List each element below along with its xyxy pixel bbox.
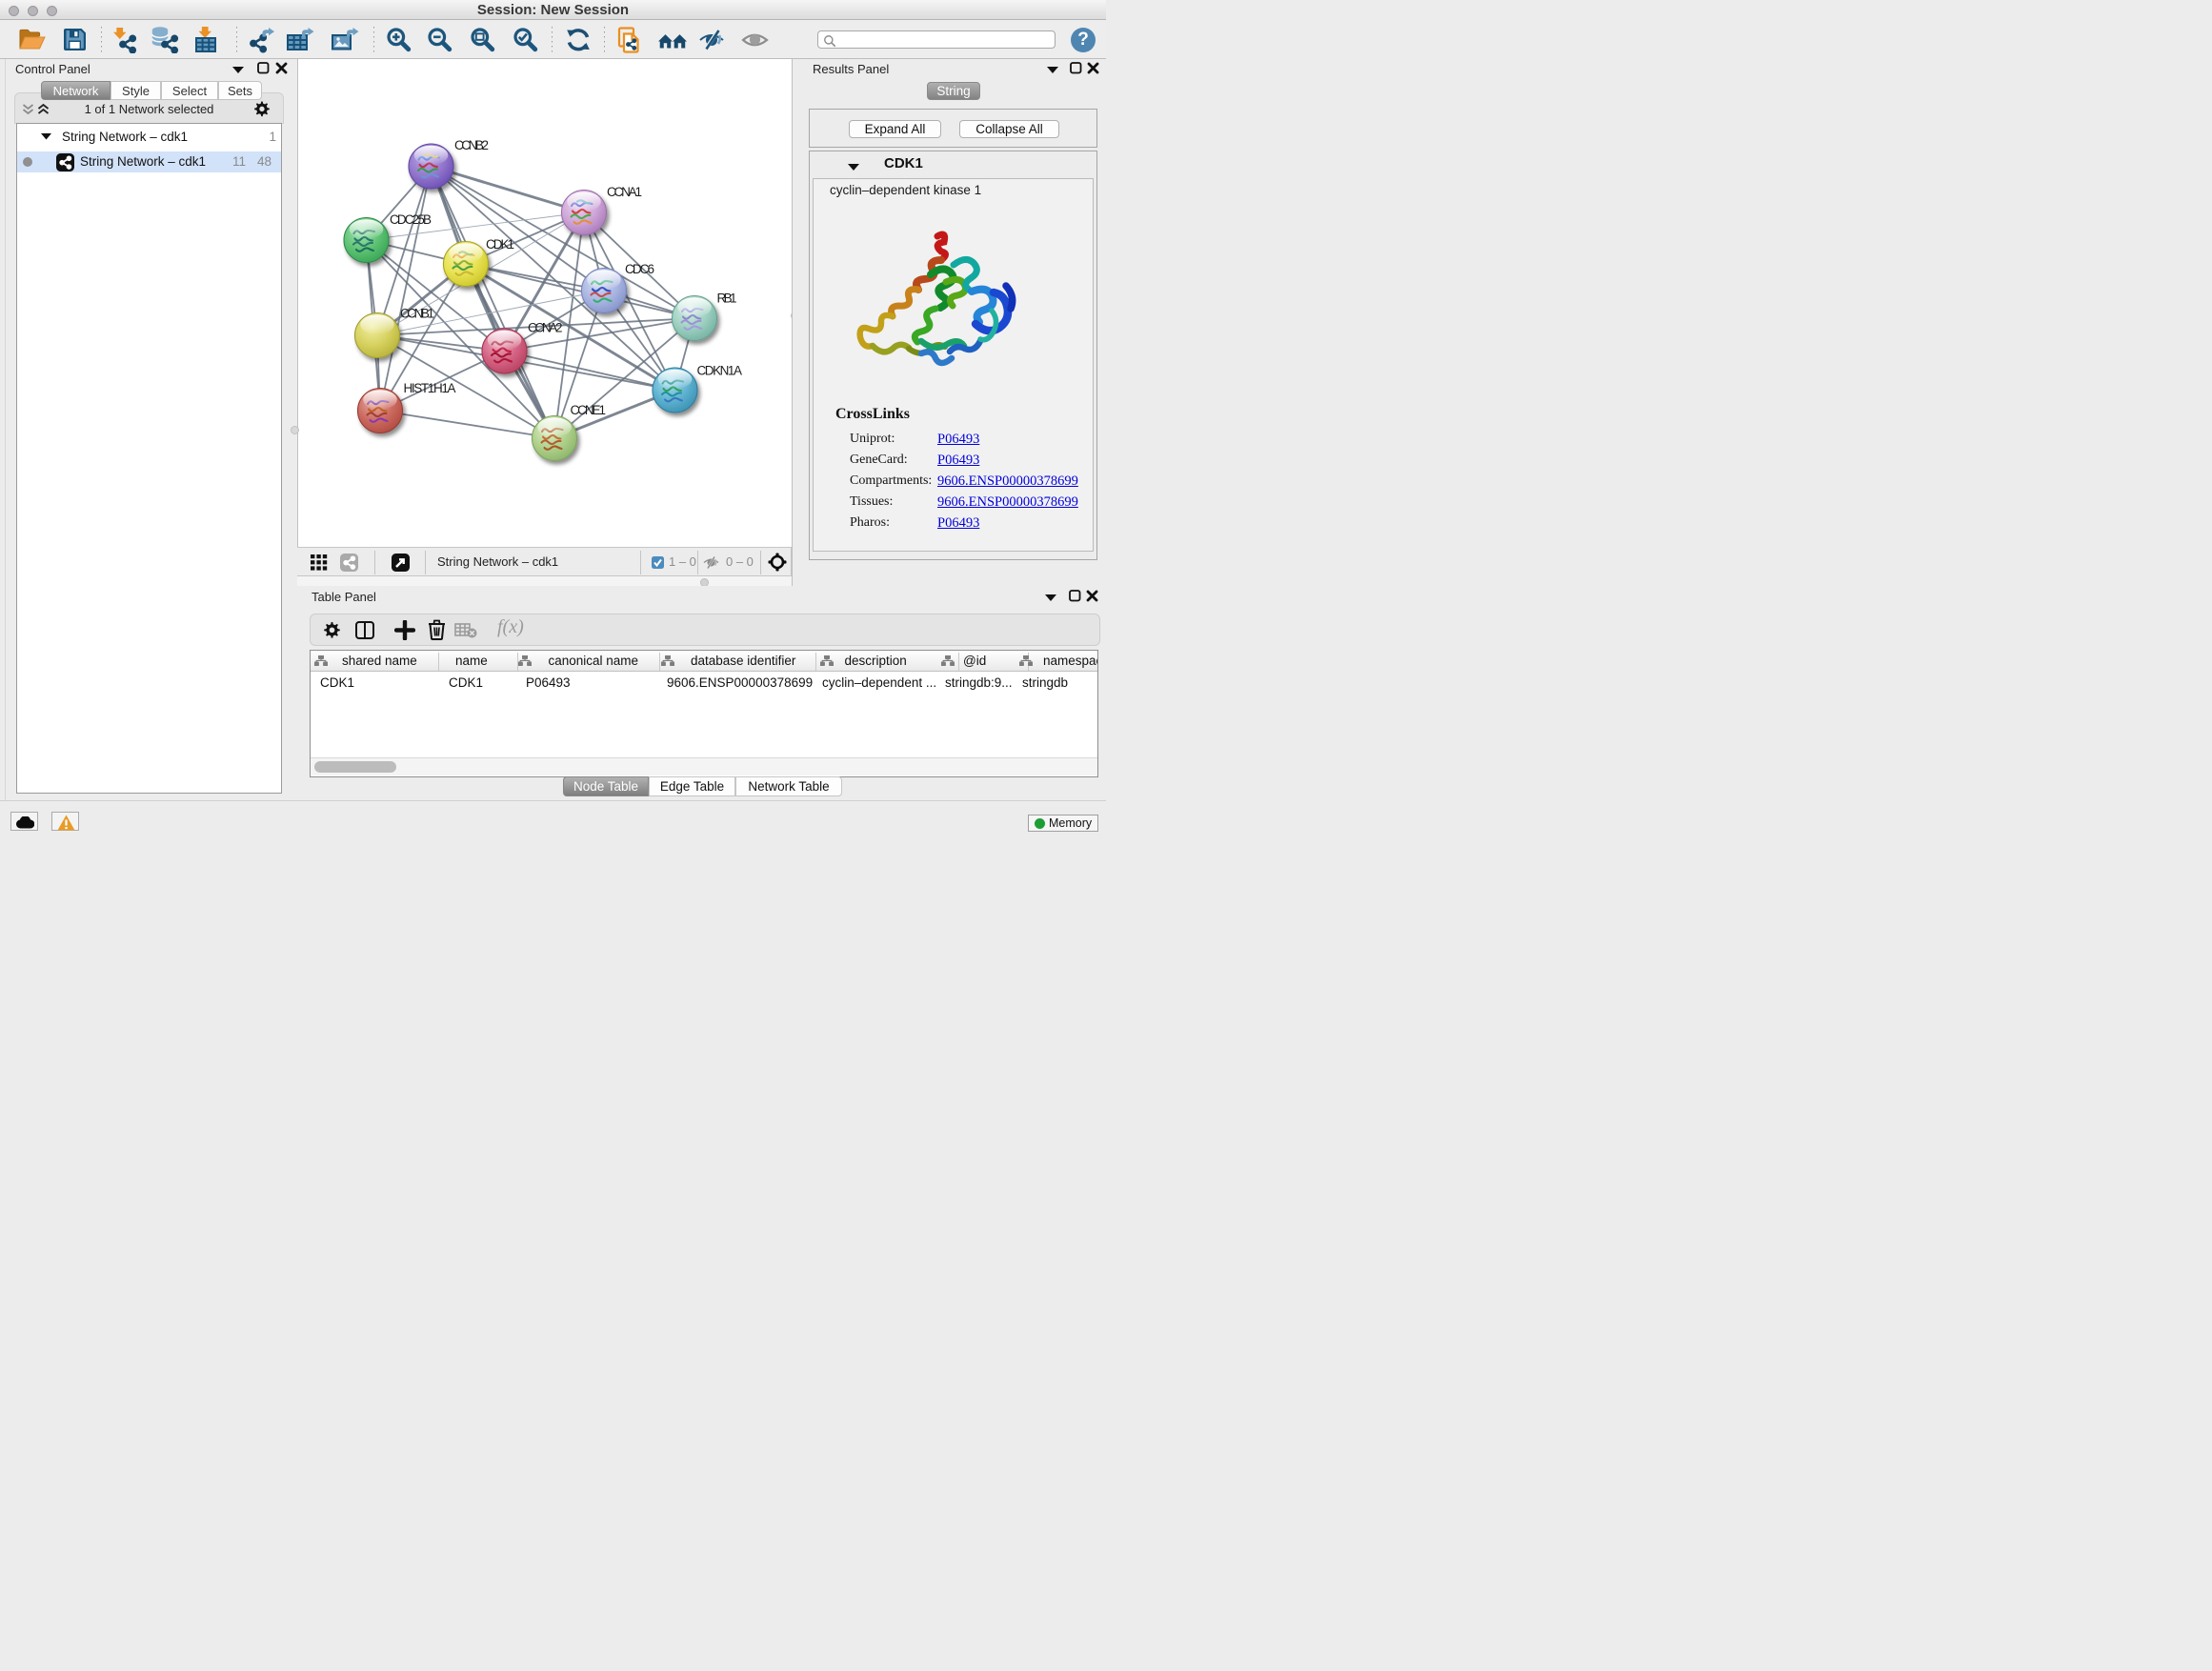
svg-text:CDC6: CDC6 bbox=[625, 262, 654, 276]
svg-text:CDK1: CDK1 bbox=[486, 237, 514, 252]
svg-text:CCNB1: CCNB1 bbox=[400, 307, 434, 321]
svg-text:CCNA2: CCNA2 bbox=[528, 321, 563, 335]
svg-text:CCNA1: CCNA1 bbox=[607, 185, 642, 199]
svg-text:CDC25B: CDC25B bbox=[390, 212, 432, 227]
svg-text:CCNB2: CCNB2 bbox=[454, 138, 489, 152]
svg-text:RB1: RB1 bbox=[717, 292, 737, 306]
svg-text:CDKN1A: CDKN1A bbox=[697, 364, 743, 378]
svg-text:CCNE1: CCNE1 bbox=[571, 403, 607, 417]
svg-text:HIST1H1A: HIST1H1A bbox=[404, 381, 456, 395]
